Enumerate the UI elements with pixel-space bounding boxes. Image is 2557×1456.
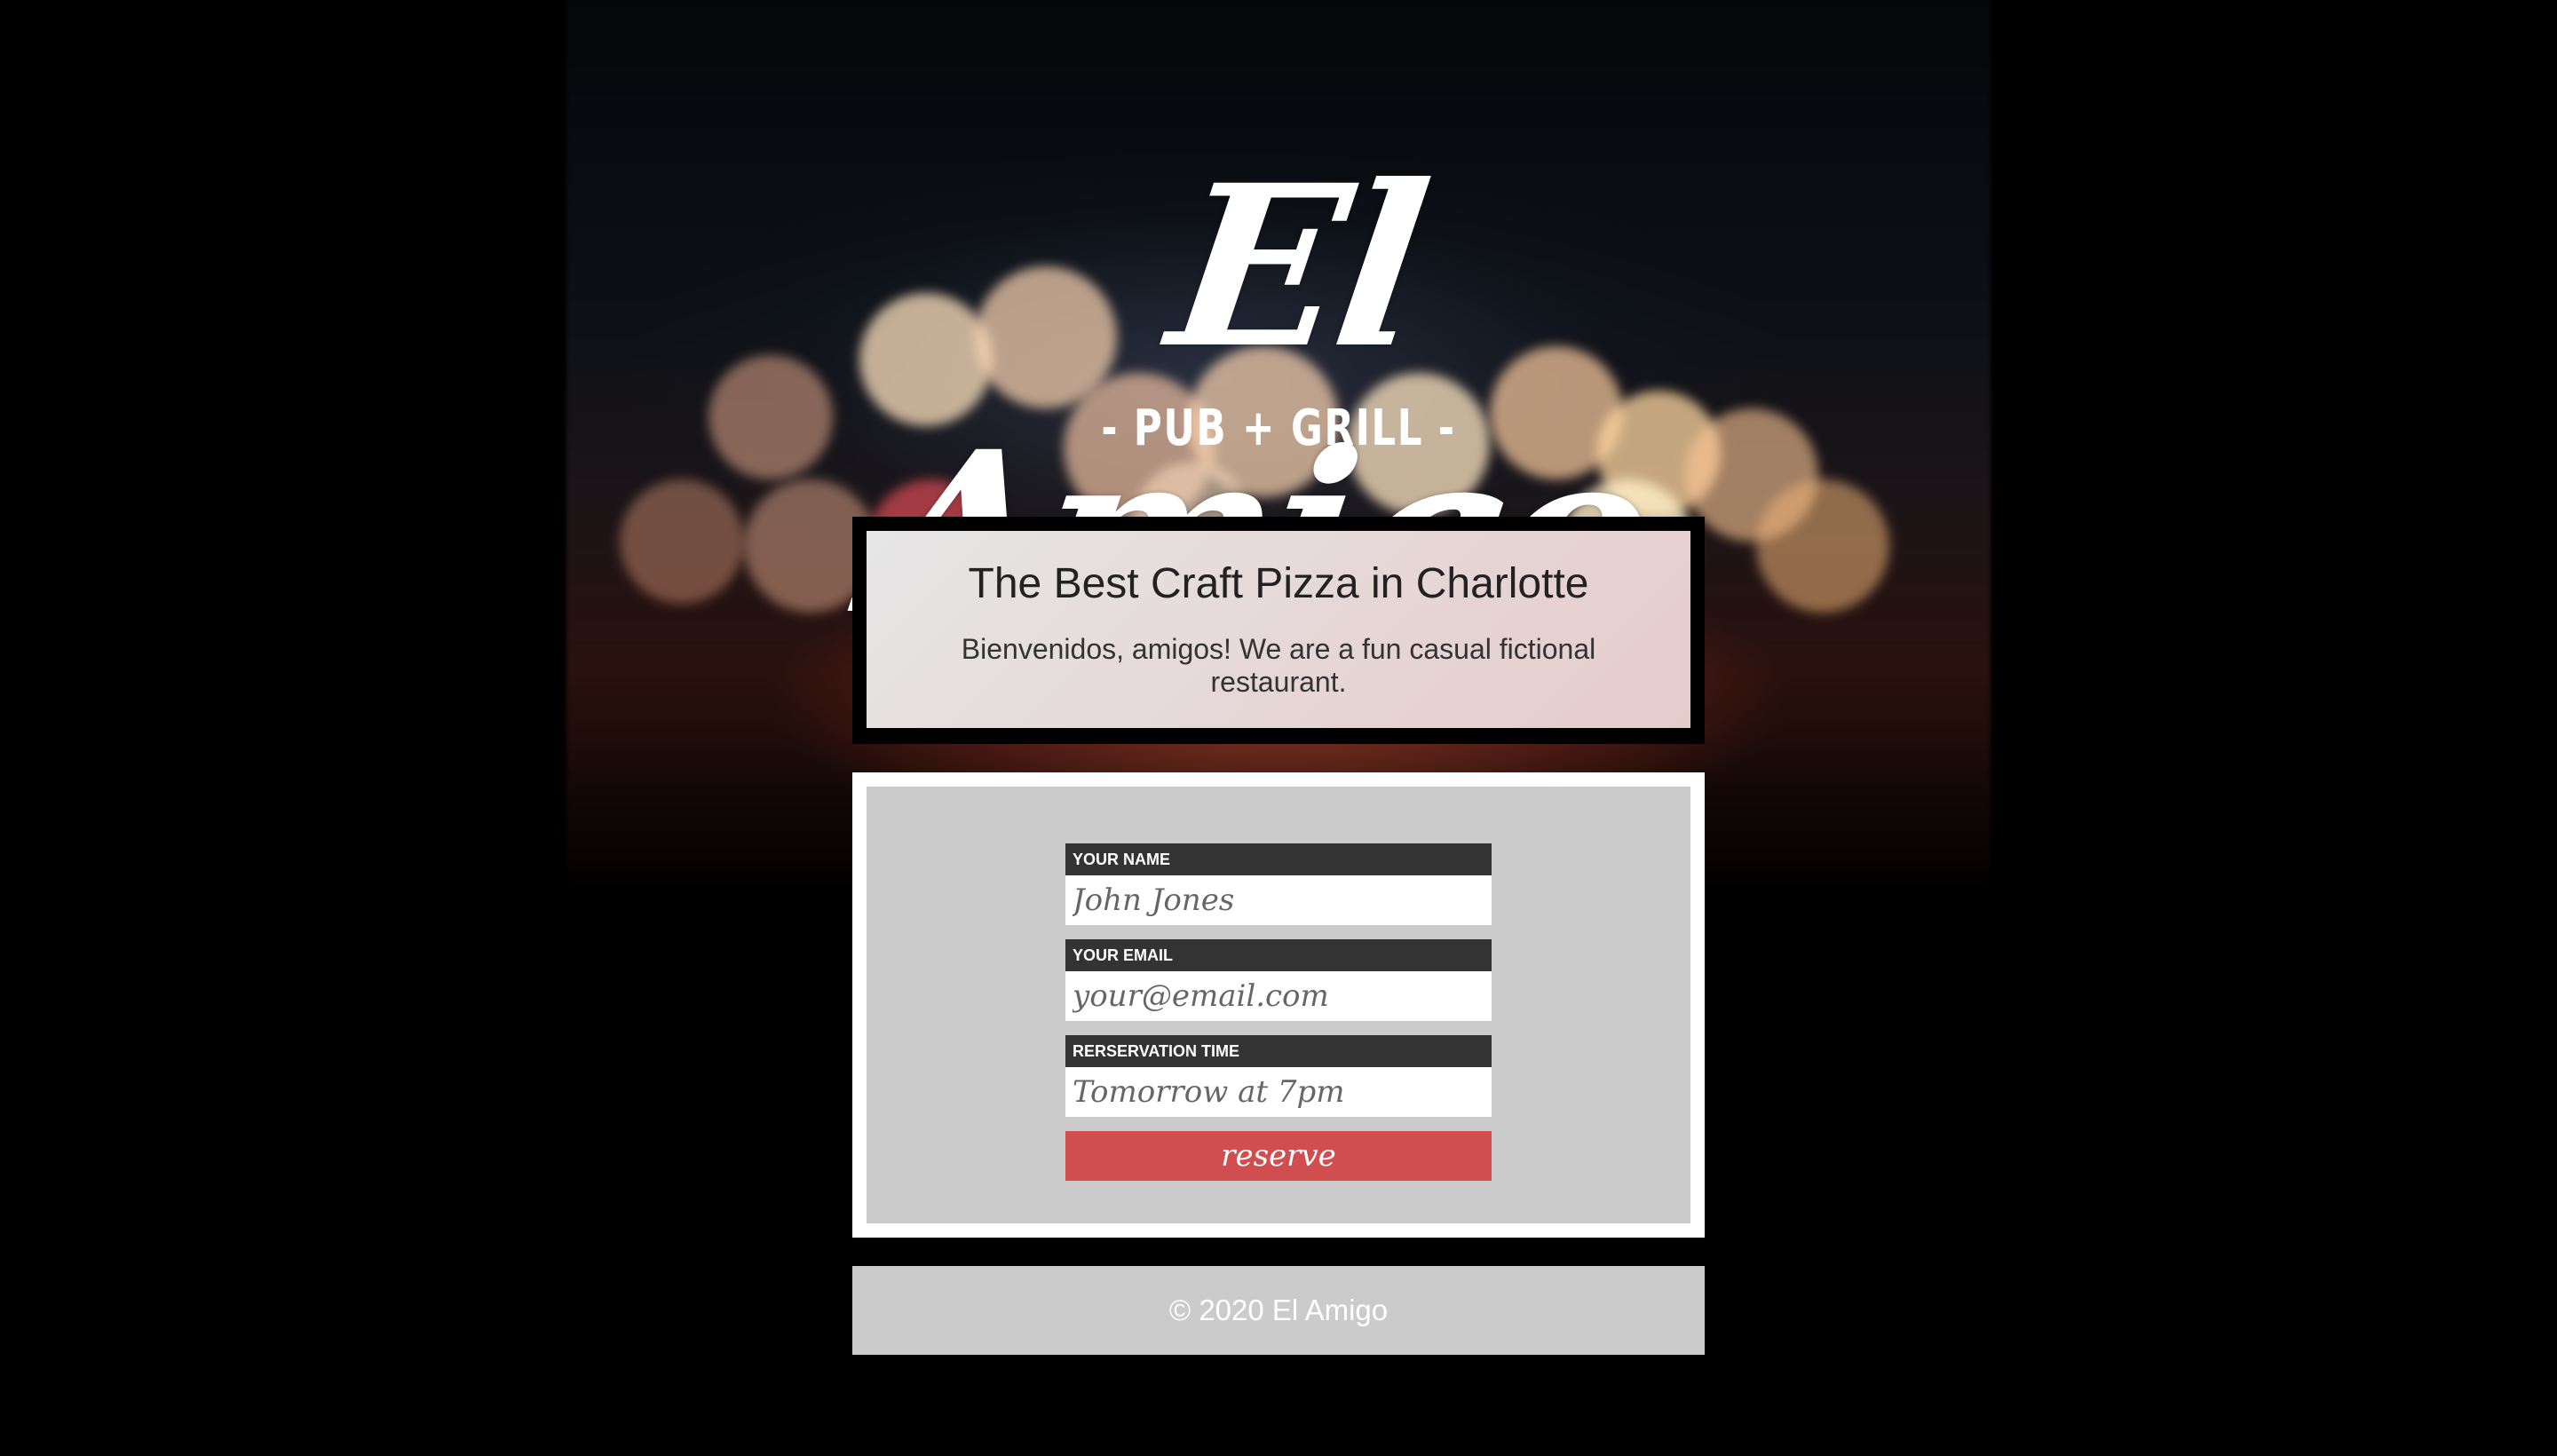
intro-title: The Best Craft Pizza in Charlotte bbox=[968, 560, 1589, 607]
bokeh-light bbox=[620, 479, 744, 604]
name-field: YOUR NAME bbox=[1065, 843, 1492, 925]
email-label: YOUR EMAIL bbox=[1065, 939, 1492, 971]
copyright-text: © 2020 El Amigo bbox=[1168, 1294, 1389, 1326]
footer: © 2020 El Amigo bbox=[852, 1266, 1705, 1355]
reservation-form: YOUR NAME YOUR EMAIL RERSERVATION TIME r… bbox=[867, 787, 1690, 1223]
page: El Amigo - PUB + GRILL - The Best Craft … bbox=[0, 0, 2557, 1456]
intro-text: Bienvenidos, amigos! We are a fun casual… bbox=[961, 633, 1596, 698]
name-input[interactable] bbox=[1065, 875, 1492, 925]
reservation-time-input[interactable] bbox=[1065, 1067, 1492, 1117]
logo-subtitle: - PUB + GRILL - bbox=[1101, 400, 1456, 457]
email-field: YOUR EMAIL bbox=[1065, 939, 1492, 1021]
logo[interactable]: El Amigo - PUB + GRILL - bbox=[858, 133, 1678, 663]
intro-card: The Best Craft Pizza in Charlotte Bienve… bbox=[867, 531, 1690, 728]
bokeh-light bbox=[1756, 479, 1889, 613]
reservation-time-label: RERSERVATION TIME bbox=[1065, 1035, 1492, 1067]
name-label: YOUR NAME bbox=[1065, 843, 1492, 875]
bokeh-light bbox=[709, 355, 833, 479]
intro-section: The Best Craft Pizza in Charlotte Bienve… bbox=[852, 517, 1705, 744]
reservation-section: YOUR NAME YOUR EMAIL RERSERVATION TIME r… bbox=[852, 772, 1705, 1238]
reserve-button[interactable]: reserve bbox=[1065, 1131, 1492, 1181]
email-input[interactable] bbox=[1065, 971, 1492, 1021]
reservation-time-field: RERSERVATION TIME bbox=[1065, 1035, 1492, 1117]
